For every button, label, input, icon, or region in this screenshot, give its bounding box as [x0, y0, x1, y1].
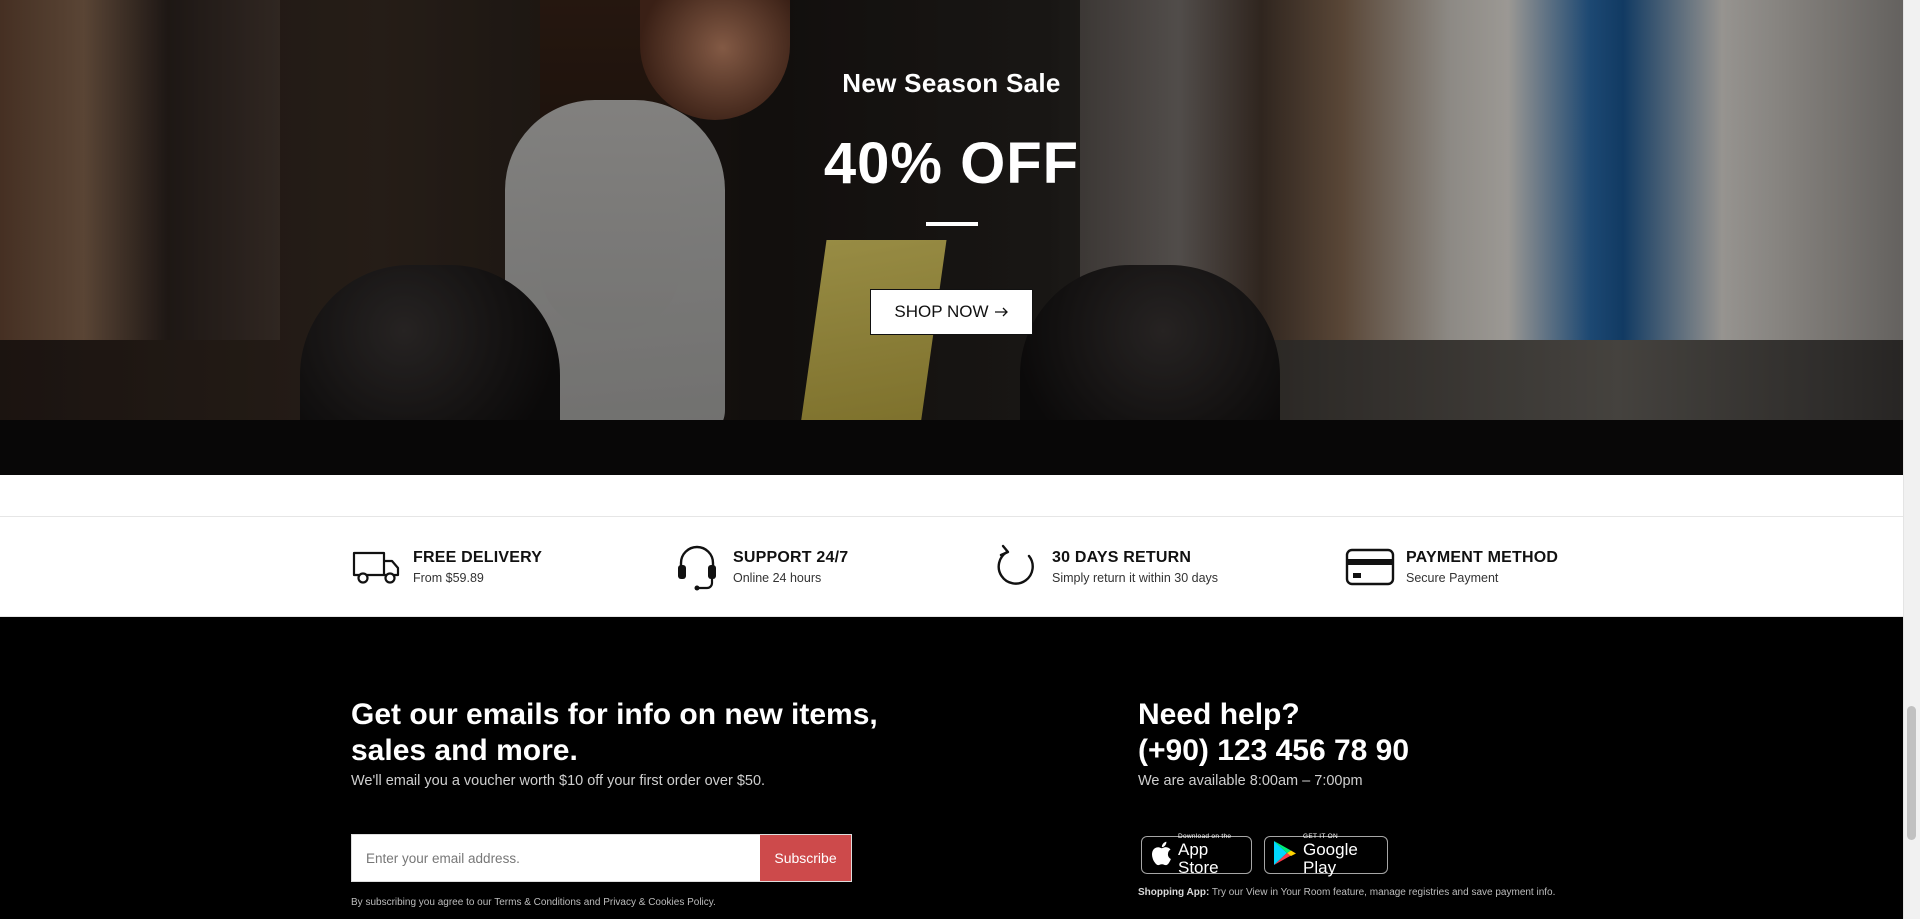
feature-returns: 30 DAYS RETURN Simply return it within 3… [990, 541, 1218, 593]
help-phone[interactable]: (+90) 123 456 78 90 [1138, 734, 1409, 767]
feature-desc: From $59.89 [413, 571, 484, 585]
google-play-icon [1273, 840, 1297, 871]
google-play-text: GET IT ON Google Play [1303, 833, 1377, 877]
app-store-big: App Store [1178, 840, 1219, 877]
hero-banner: New Season Sale 40% OFF SHOP NOW [0, 0, 1903, 475]
subscribe-button[interactable]: Subscribe [760, 835, 851, 881]
page: New Season Sale 40% OFF SHOP NOW FREE DE… [0, 0, 1920, 919]
footer: Get our emails for info on new items, sa… [0, 617, 1903, 919]
credit-card-icon [1344, 541, 1396, 593]
help-heading: Need help? (+90) 123 456 78 90 [1138, 697, 1409, 769]
refresh-icon [990, 541, 1042, 593]
feature-payment: PAYMENT METHOD Secure Payment [1344, 541, 1558, 593]
google-play-badge[interactable]: GET IT ON Google Play [1264, 833, 1388, 877]
feature-title: FREE DELIVERY [413, 549, 543, 566]
newsletter-description: We'll email you a voucher worth $10 off … [351, 773, 766, 789]
email-input[interactable] [352, 835, 760, 881]
feature-desc: Secure Payment [1406, 571, 1499, 585]
app-note-text: Try our View in Your Room feature, manag… [1209, 887, 1556, 898]
terms-link[interactable]: Terms & Conditions [494, 897, 581, 908]
help-title: Need help? [1138, 698, 1300, 731]
shop-now-label: SHOP NOW [894, 302, 989, 321]
features-strip: FREE DELIVERY From $59.89 SUPPORT 24/7 O… [0, 516, 1903, 617]
feature-desc: Simply return it within 30 days [1052, 571, 1219, 585]
feature-title: PAYMENT METHOD [1406, 549, 1559, 566]
scrollbar-thumb[interactable] [1907, 706, 1916, 840]
apple-icon [1150, 840, 1172, 871]
feature-title: 30 DAYS RETURN [1052, 549, 1192, 566]
newsletter-form: Subscribe [351, 834, 852, 882]
headset-icon [671, 541, 723, 593]
shopping-app-note: Shopping App: Try our View in Your Room … [1138, 887, 1555, 898]
app-note-label: Shopping App: [1138, 887, 1210, 898]
legal-suffix: . [713, 897, 716, 908]
feature-support: SUPPORT 24/7 Online 24 hours [671, 541, 848, 593]
hero-content: New Season Sale 40% OFF SHOP NOW [0, 0, 1903, 475]
truck-icon [351, 541, 403, 593]
shop-now-button[interactable]: SHOP NOW [870, 289, 1033, 335]
newsletter-title: Get our emails for info on new items, sa… [351, 698, 878, 767]
page-scrollbar[interactable] [1903, 0, 1920, 919]
app-store-text: Download on the App Store [1178, 833, 1241, 877]
help-hours: We are available 8:00am – 7:00pm [1138, 773, 1363, 789]
hero-title: 40% OFF [823, 131, 1080, 196]
arrow-right-icon [994, 302, 1009, 322]
hero-subtitle: New Season Sale [842, 68, 1061, 98]
feature-desc: Online 24 hours [733, 571, 822, 585]
feature-free-delivery: FREE DELIVERY From $59.89 [351, 541, 542, 593]
privacy-link[interactable]: Privacy & Cookies Policy [603, 897, 713, 908]
hero-divider [926, 222, 978, 226]
legal-and: and [580, 897, 604, 908]
google-play-big: Google Play [1303, 840, 1358, 877]
legal-prefix: By subscribing you agree to our [351, 897, 495, 908]
app-store-badge[interactable]: Download on the App Store [1141, 833, 1252, 877]
newsletter-legal: By subscribing you agree to our Terms & … [351, 897, 716, 908]
feature-title: SUPPORT 24/7 [733, 549, 849, 566]
